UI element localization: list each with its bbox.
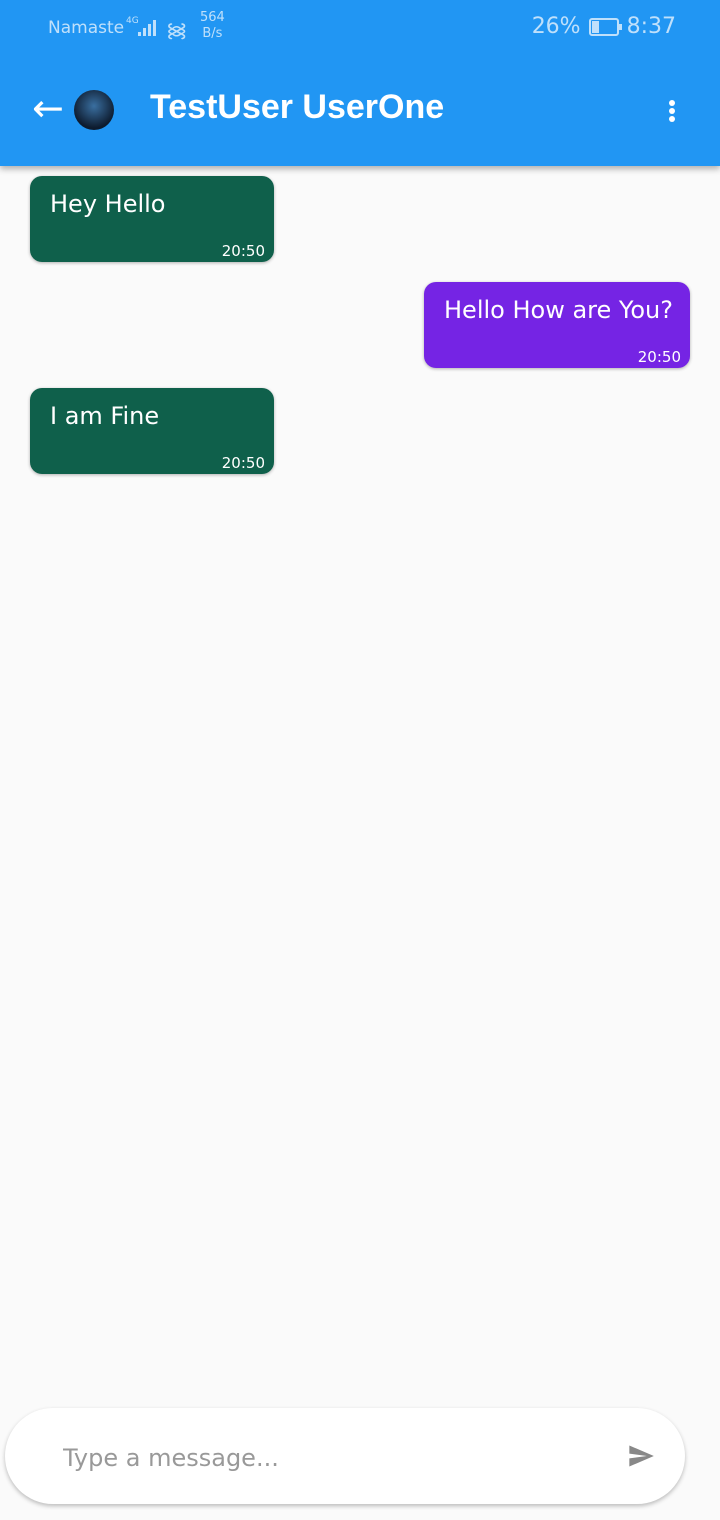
message-time: 20:50 (221, 242, 265, 260)
message-composer (5, 1408, 685, 1504)
message-bubble[interactable]: Hey Hello 20:50 (30, 176, 274, 262)
status-bar: Namaste 4G ᯼ 564 B/s 26% 8:37 (0, 10, 720, 44)
more-vert-icon[interactable] (660, 96, 684, 126)
arrow-back-icon[interactable]: ← (32, 88, 64, 128)
message-bubble[interactable]: Hello How are You? 20:50 (424, 282, 690, 368)
message-bubble[interactable]: I am Fine 20:50 (30, 388, 274, 474)
speed-unit: B/s (202, 26, 223, 41)
send-icon[interactable] (625, 1442, 657, 1470)
network-speed: 564 B/s (200, 10, 225, 42)
signal-icon (138, 20, 156, 36)
battery-percent: 26% (531, 14, 581, 39)
message-text: Hey Hello (50, 190, 166, 218)
page-title: TestUser UserOne (150, 88, 445, 126)
wifi-icon: ᯼ (166, 18, 188, 42)
avatar[interactable] (74, 90, 114, 130)
message-input[interactable] (63, 1438, 583, 1478)
clock: 8:37 (626, 14, 676, 39)
message-time: 20:50 (221, 454, 265, 472)
app-bar: Namaste 4G ᯼ 564 B/s 26% 8:37 ← TestUser U… (0, 0, 720, 166)
network-type: 4G (126, 16, 139, 26)
carrier-name: Namaste (48, 18, 125, 38)
message-text: Hello How are You? (444, 296, 673, 324)
speed-value: 564 (200, 10, 225, 25)
message-time: 20:50 (637, 348, 681, 366)
battery-icon (588, 17, 622, 36)
message-text: I am Fine (50, 402, 160, 430)
